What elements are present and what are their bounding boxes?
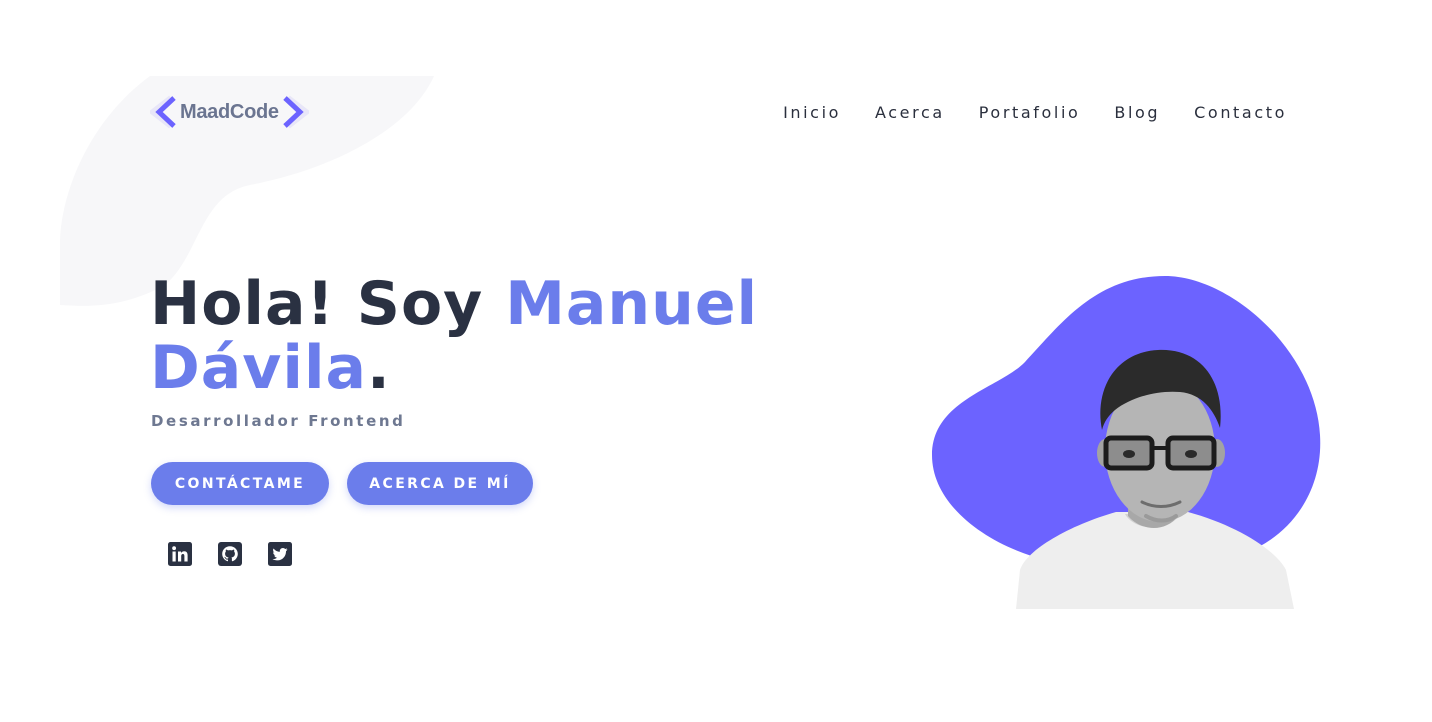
logo[interactable]: MaadCode [150, 95, 309, 129]
nav-item-inicio[interactable]: Inicio [783, 103, 841, 122]
nav-item-portafolio[interactable]: Portafolio [979, 103, 1081, 122]
hero-subtitle: Desarrollador Frontend [151, 412, 406, 430]
logo-text: MaadCode [180, 100, 279, 123]
nav-item-contacto[interactable]: Contacto [1194, 103, 1287, 122]
hero-title: Hola! Soy Manuel Dávila. [150, 272, 850, 400]
github-icon[interactable] [218, 542, 242, 566]
linkedin-icon[interactable] [168, 542, 192, 566]
about-button[interactable]: ACERCA DE MÍ [347, 462, 533, 505]
contact-button[interactable]: CONTÁCTAME [151, 462, 329, 505]
social-links [168, 542, 292, 566]
main-nav: Inicio Acerca Portafolio Blog Contacto [783, 103, 1287, 122]
chevron-left-icon [150, 95, 176, 129]
twitter-icon[interactable] [268, 542, 292, 566]
chevron-right-icon [283, 95, 309, 129]
hero-period: . [367, 333, 391, 403]
profile-illustration [932, 276, 1321, 609]
nav-item-acerca[interactable]: Acerca [875, 103, 945, 122]
hero-greeting: Hola! Soy [150, 269, 506, 339]
nav-item-blog[interactable]: Blog [1114, 103, 1160, 122]
